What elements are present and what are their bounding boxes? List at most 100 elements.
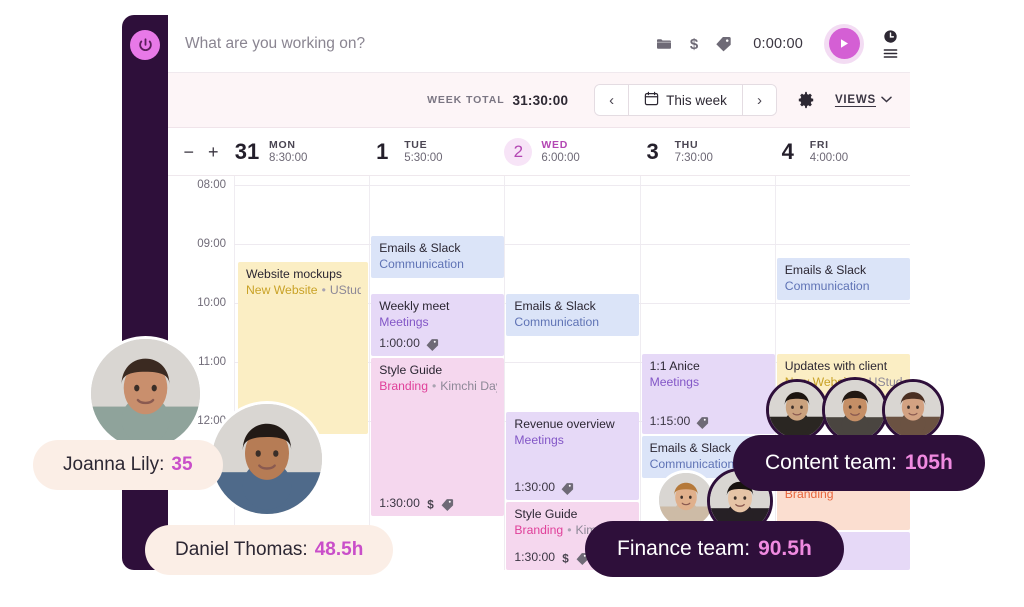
menu-icon[interactable] xyxy=(883,48,898,59)
event-footer: 1:30:00 $ xyxy=(514,550,589,566)
event-footer: 1:30:00 $ xyxy=(379,496,454,512)
clock-icon[interactable] xyxy=(883,29,898,44)
tag-icon[interactable] xyxy=(716,36,732,52)
day-total-time: 8:30:00 xyxy=(269,152,308,164)
folder-icon[interactable] xyxy=(656,36,672,52)
event-duration: 1:00:00 xyxy=(379,336,420,351)
power-icon[interactable] xyxy=(130,30,160,60)
events-layer: Website mockupsNew Website•UStudioEmails… xyxy=(234,176,910,570)
day-number: 4 xyxy=(781,138,794,164)
day-header-tue[interactable]: 1 TUE 5:30:00 xyxy=(369,138,504,166)
calendar-event[interactable]: Revenue overview Meetings 1:30:00 xyxy=(506,412,640,500)
event-subtitle: Communication xyxy=(785,279,903,295)
stat-badge-name: Daniel Thomas: xyxy=(175,539,308,560)
event-project: Meetings xyxy=(379,314,429,329)
avatar-content-3 xyxy=(882,379,944,441)
stat-badge-value: 105h xyxy=(904,451,953,474)
avatar-content-3-image xyxy=(885,382,941,438)
stat-badge-value: 48.5h xyxy=(314,539,364,560)
day-header-row: − + 31 MON 8:30:00 1 TUE 5:30:00 2 WED 6:00:00 3 T… xyxy=(168,128,910,176)
hour-label-1000: 10:00 xyxy=(197,297,226,309)
week-total-value: 31:30:00 xyxy=(512,92,569,108)
stat-badge-value: 90.5h xyxy=(758,537,812,560)
date-range-label: This week xyxy=(666,92,727,108)
views-dropdown[interactable]: VIEWS xyxy=(835,94,892,106)
avatar-content-2-image xyxy=(825,380,885,440)
gear-icon[interactable] xyxy=(797,91,815,109)
day-number: 2 xyxy=(504,137,533,166)
event-footer: 1:00:00 xyxy=(379,336,439,352)
next-week-button[interactable]: › xyxy=(742,85,776,115)
day-abbreviation: THU xyxy=(674,139,699,151)
chevron-down-icon xyxy=(881,94,892,106)
calendar-event[interactable]: Style Guide Branding•Kimchi Day 1:30:00$ xyxy=(371,358,505,516)
top-bar: $ 0:00:00 xyxy=(168,15,910,73)
event-project: New Website xyxy=(246,282,318,297)
event-subtitle: Branding•Kimchi Day xyxy=(379,379,497,395)
task-description-input[interactable] xyxy=(185,34,615,53)
zoom-controls: − + xyxy=(168,143,234,161)
event-subtitle: Meetings xyxy=(514,433,632,449)
previous-week-button[interactable]: ‹ xyxy=(595,85,629,115)
svg-text:$: $ xyxy=(427,499,434,512)
day-number: 3 xyxy=(646,138,659,164)
event-separator: • xyxy=(321,282,326,297)
avatar-daniel-image xyxy=(212,404,322,514)
zoom-in-button[interactable]: + xyxy=(208,143,219,161)
dollar-icon[interactable]: $ xyxy=(687,35,701,52)
tag-icon xyxy=(441,498,454,511)
topbar-icon-group: $ 0:00:00 xyxy=(656,23,910,64)
stat-badge-daniel: Daniel Thomas: 48.5h xyxy=(145,525,394,575)
hour-label-0800: 08:00 xyxy=(197,179,226,191)
event-project: Branding xyxy=(379,378,428,393)
week-toolbar: WEEK TOTAL 31:30:00 ‹ This week › VIEWS xyxy=(168,73,910,128)
day-cells: 31 MON 8:30:00 1 TUE 5:30:00 2 WED 6:00:00 3 THU 7:… xyxy=(234,137,910,166)
event-title: Updates with client xyxy=(784,359,888,373)
day-abbreviation: TUE xyxy=(404,139,428,151)
day-header-thu[interactable]: 3 THU 7:30:00 xyxy=(640,138,775,166)
day-abbreviation: FRI xyxy=(809,139,829,151)
calendar-event[interactable]: Weekly meet Meetings 1:00:00 xyxy=(371,294,505,356)
event-project: Branding xyxy=(514,522,564,537)
calendar-icon xyxy=(644,91,659,109)
svg-text:$: $ xyxy=(562,553,569,566)
event-client: UStudio xyxy=(329,282,361,297)
day-abbreviation: WED xyxy=(541,139,568,151)
calendar-event[interactable]: Emails & Slack Communication xyxy=(506,294,640,336)
topbar-right-stack xyxy=(883,29,898,59)
hour-label-0900: 09:00 xyxy=(197,238,226,250)
day-total-time: 4:00:00 xyxy=(809,152,849,164)
views-label: VIEWS xyxy=(834,94,876,106)
stat-badge-finance: Finance team: 90.5h xyxy=(585,521,844,577)
day-header-fri[interactable]: 4 FRI 4:00:00 xyxy=(775,138,910,166)
day-meta: THU 7:30:00 xyxy=(675,139,713,164)
screenshot-root: $ 0:00:00 xyxy=(0,0,1024,607)
week-total-label: WEEK TOTAL xyxy=(427,94,505,106)
event-project: Communication xyxy=(784,278,870,293)
date-range-navigator: ‹ This week › xyxy=(594,84,777,116)
day-header-wed[interactable]: 2 WED 6:00:00 xyxy=(504,137,639,166)
dollar-icon: $ xyxy=(426,497,435,512)
event-duration: 1:30:00 xyxy=(514,550,556,565)
date-range-selector[interactable]: This week xyxy=(628,85,743,115)
event-project: Meetings xyxy=(514,432,564,447)
event-title: Style Guide xyxy=(379,363,443,377)
zoom-out-button[interactable]: − xyxy=(183,143,194,161)
event-subtitle: New Website•UStudio xyxy=(246,283,361,299)
event-project: Meetings xyxy=(649,374,700,389)
calendar-event[interactable]: 1:1 Anice Meetings 1:15:00 xyxy=(641,354,775,434)
play-icon[interactable] xyxy=(828,28,860,59)
day-meta: FRI 4:00:00 xyxy=(810,139,848,164)
calendar-event[interactable]: Emails & Slack Communication xyxy=(371,236,505,278)
avatar-content-1 xyxy=(766,379,828,441)
stat-badge-value: 35 xyxy=(171,454,193,475)
day-header-mon[interactable]: 31 MON 8:30:00 xyxy=(234,138,369,166)
event-title: 1:1 Anice xyxy=(649,359,700,373)
event-footer: 1:15:00 xyxy=(650,414,710,430)
calendar-event[interactable]: Emails & Slack Communication xyxy=(776,258,910,300)
event-project: Communication xyxy=(514,314,600,329)
event-title: Emails & Slack xyxy=(514,299,596,313)
day-number: 1 xyxy=(376,138,389,164)
svg-text:$: $ xyxy=(690,36,699,52)
day-total-time: 5:30:00 xyxy=(404,152,443,164)
